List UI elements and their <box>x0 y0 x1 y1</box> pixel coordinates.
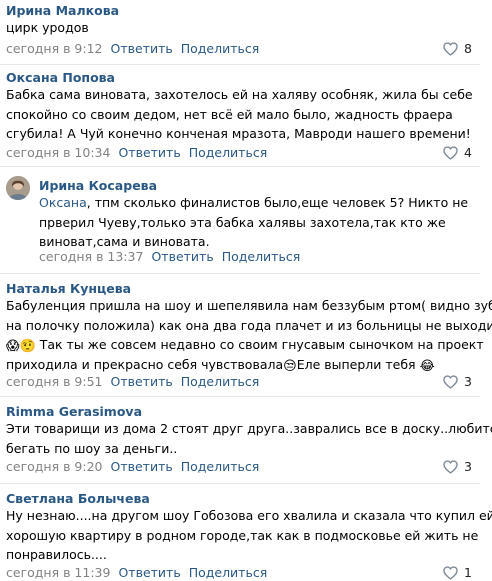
comment-text: Бабуленция пришла на шоу и шепелявила на… <box>6 296 492 374</box>
comment-date[interactable]: сегодня в 10:34 <box>6 145 110 160</box>
comment-date[interactable]: сегодня в 13:37 <box>39 249 143 264</box>
comment-divider <box>0 64 480 65</box>
share-button[interactable]: Поделиться <box>189 145 268 160</box>
comment-text-line: хорошую квартиру в родном городе,так как… <box>6 527 479 543</box>
comment-meta: сегодня в 13:37 Ответить Поделиться <box>39 249 300 265</box>
comment-text-line: цирк уродов <box>6 20 89 35</box>
reply-button[interactable]: Ответить <box>151 249 213 264</box>
share-button[interactable]: Поделиться <box>181 374 260 389</box>
comment-divider <box>0 396 480 397</box>
comment-text-line: Эти товарищи из дома 2 стоят друг друга.… <box>6 421 492 436</box>
comment-text-line: понравилось.... <box>6 547 107 562</box>
like-button[interactable]: 3 <box>443 374 472 390</box>
comment-date[interactable]: сегодня в 9:20 <box>6 459 103 474</box>
user-photo <box>6 176 30 200</box>
comment-date[interactable]: сегодня в 9:12 <box>6 41 103 56</box>
comment-item: Наталья Кунцева Бабуленция пришла на шоу… <box>0 275 492 395</box>
reply-comment-item: Ирина Косарева Оксана, тпм сколько финал… <box>0 168 480 268</box>
comment-text: цирк уродов <box>6 18 89 38</box>
comment-text: Ну незнаю....на другом шоу Гобозова его … <box>6 506 492 565</box>
like-button[interactable]: 4 <box>443 145 472 161</box>
like-count: 3 <box>464 459 472 474</box>
comment-text-line: прверил Чуеву,только эта бабка халявы за… <box>39 214 446 230</box>
comment-text: Оксана, тпм сколько финалистов было,еще … <box>39 193 468 252</box>
comment-item: Светлана Болычева Ну незнаю....на другом… <box>0 485 492 580</box>
heart-icon <box>443 375 458 389</box>
reply-button[interactable]: Ответить <box>118 145 180 160</box>
comment-text-line: бегать по шоу за деньги.. <box>6 440 178 456</box>
reply-button[interactable]: Ответить <box>111 459 173 474</box>
comment-author[interactable]: Ирина Косарева <box>39 178 157 194</box>
comment-text-line: Еле выперли тебя <box>296 356 420 372</box>
avatar[interactable] <box>6 176 30 200</box>
comment-item: Rimma Gerasimova Эти товарищи из дома 2 … <box>0 398 492 480</box>
reply-button[interactable]: Ответить <box>111 41 173 56</box>
comment-text-line: спокойно со своим дедом, нет всё ей мало… <box>6 106 453 122</box>
comment-date[interactable]: сегодня в 9:51 <box>6 374 103 389</box>
like-count: 8 <box>464 41 472 56</box>
unamused-emoji-icon: 😒 <box>283 358 297 374</box>
heart-icon <box>443 146 458 160</box>
comment-item: Оксана Попова Бабка сама виновата, захот… <box>0 66 480 166</box>
comment-author[interactable]: Наталья Кунцева <box>6 281 131 297</box>
comment-date[interactable]: сегодня в 11:39 <box>6 565 110 580</box>
share-button[interactable]: Поделиться <box>181 459 260 474</box>
comment-text-line: приходила и прекрасно себя чувствовала <box>6 356 284 372</box>
reply-button[interactable]: Ответить <box>118 565 180 580</box>
like-count: 1 <box>464 565 472 580</box>
comment-text-line: Бабка сама виновата, захотелось ей на ха… <box>6 87 473 102</box>
comment-divider <box>0 483 480 484</box>
like-button[interactable]: 1 <box>443 565 472 581</box>
comment-text-line: Так ты же совсем недавно со своим гнусав… <box>35 337 484 352</box>
comment-author[interactable]: Оксана Попова <box>6 70 115 86</box>
tears-of-joy-emoji-icon: 😂 <box>419 358 435 374</box>
comment-text-line: , тпм сколько финалистов было,еще челове… <box>86 195 469 210</box>
comment-divider <box>0 166 480 167</box>
comment-meta: сегодня в 11:39 Ответить Поделиться <box>6 565 267 581</box>
reply-button[interactable]: Ответить <box>111 374 173 389</box>
comment-author[interactable]: Rimma Gerasimova <box>6 404 142 420</box>
comment-author[interactable]: Светлана Болычева <box>6 491 150 507</box>
like-count: 3 <box>464 374 472 389</box>
comment-text-line: Бабуленция пришла на шоу и шепелявила на… <box>6 298 492 313</box>
comment-text-line: сгубила! А Чуй конечно конченая мразота,… <box>6 126 471 141</box>
comment-text-line: Ну незнаю....на другом шоу Гобозова его … <box>6 508 492 523</box>
comment-text-line: на полочку положила) как она два года пл… <box>6 317 492 333</box>
comment-meta: сегодня в 10:34 Ответить Поделиться <box>6 145 267 161</box>
comment-text: Бабка сама виновата, захотелось ей на ха… <box>6 85 473 144</box>
comment-meta: сегодня в 9:12 Ответить Поделиться <box>6 41 259 57</box>
heart-icon <box>443 460 458 474</box>
heart-icon <box>443 42 458 56</box>
reply-to-link[interactable]: Оксана <box>39 195 87 210</box>
scream-emoji-icon: 😱 <box>6 339 20 354</box>
comment-divider <box>0 273 480 274</box>
like-button[interactable]: 3 <box>443 459 472 475</box>
like-count: 4 <box>464 145 472 160</box>
share-button[interactable]: Поделиться <box>181 41 260 56</box>
raised-eyebrow-emoji-icon: 🤨 <box>19 339 36 354</box>
share-button[interactable]: Поделиться <box>222 249 301 264</box>
comment-text-line: виноват,сама и виновата. <box>39 234 210 249</box>
heart-icon <box>443 566 458 580</box>
like-button[interactable]: 8 <box>443 41 472 57</box>
share-button[interactable]: Поделиться <box>189 565 268 580</box>
comments-feed: Ирина Малкова цирк уродов сегодня в 9:12… <box>0 0 492 580</box>
comment-author[interactable]: Ирина Малкова <box>6 3 119 19</box>
comment-item: Ирина Малкова цирк уродов сегодня в 9:12… <box>0 0 480 68</box>
comment-text: Эти товарищи из дома 2 стоят друг друга.… <box>6 419 492 458</box>
comment-meta: сегодня в 9:51 Ответить Поделиться <box>6 374 259 390</box>
comment-meta: сегодня в 9:20 Ответить Поделиться <box>6 459 259 475</box>
